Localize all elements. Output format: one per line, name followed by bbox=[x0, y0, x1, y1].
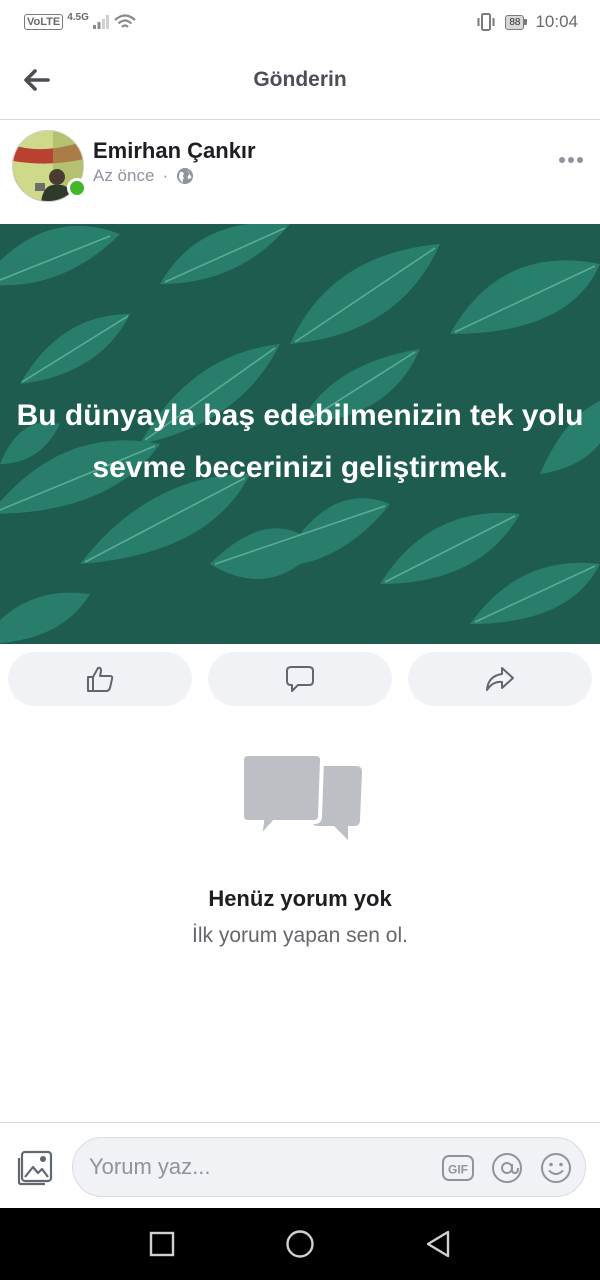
gif-label: GIF bbox=[448, 1163, 468, 1177]
meta-separator: · bbox=[162, 166, 169, 185]
empty-comments: Henüz yorum yok İlk yorum yapan sen ol. bbox=[0, 752, 600, 948]
empty-subtitle: İlk yorum yapan sen ol. bbox=[192, 924, 408, 947]
like-button[interactable] bbox=[8, 652, 192, 706]
status-left: VoLTE 4.5G bbox=[24, 11, 137, 31]
more-dot bbox=[568, 157, 574, 163]
comments-empty-icon bbox=[240, 752, 362, 844]
wifi-icon bbox=[114, 14, 136, 28]
post-header: Emirhan Çankır Az önce · bbox=[0, 122, 600, 222]
share-icon bbox=[486, 667, 514, 691]
post-background[interactable]: Bu dünyayla baş edebilmenizin tek yolu s… bbox=[0, 224, 600, 644]
back-nav-button[interactable] bbox=[420, 1226, 456, 1262]
comment-composer: GIF bbox=[0, 1122, 600, 1208]
emoji-button[interactable] bbox=[539, 1151, 573, 1185]
post-meta: Az önce · bbox=[93, 166, 194, 186]
page-title: Gönderin bbox=[253, 68, 347, 91]
battery-icon: 88 bbox=[505, 14, 528, 30]
post-text: Bu dünyayla baş edebilmenizin tek yolu s… bbox=[16, 399, 584, 484]
more-dot bbox=[559, 157, 565, 163]
triangle-back-icon bbox=[426, 1230, 450, 1258]
battery-tip bbox=[524, 19, 528, 25]
home-button[interactable] bbox=[282, 1226, 318, 1262]
status-right: 88 10:04 bbox=[475, 12, 578, 32]
photo-icon bbox=[17, 1150, 53, 1186]
smiley-icon bbox=[541, 1153, 571, 1183]
add-photo-button[interactable] bbox=[16, 1149, 54, 1187]
system-nav-bar bbox=[0, 1208, 600, 1280]
battery-level: 88 bbox=[505, 14, 525, 30]
post-time[interactable]: Az önce bbox=[93, 166, 154, 186]
clock: 10:04 bbox=[535, 12, 578, 31]
mention-button[interactable] bbox=[490, 1151, 524, 1185]
recents-button[interactable] bbox=[144, 1226, 180, 1262]
vibrate-icon bbox=[477, 13, 495, 31]
empty-title: Henüz yorum yok bbox=[208, 886, 392, 911]
author-name[interactable]: Emirhan Çankır bbox=[93, 138, 256, 164]
more-options-button[interactable] bbox=[556, 150, 586, 170]
comment-icon bbox=[286, 666, 314, 692]
network-type: 4.5G bbox=[67, 11, 89, 23]
gif-button[interactable]: GIF bbox=[441, 1151, 475, 1185]
top-app-bar: Gönderin bbox=[0, 44, 600, 120]
comment-box: GIF bbox=[72, 1137, 586, 1197]
comment-button[interactable] bbox=[208, 652, 392, 706]
comment-input[interactable] bbox=[89, 1138, 429, 1196]
globe-icon bbox=[177, 168, 194, 184]
circle-icon bbox=[286, 1230, 314, 1258]
at-sign-icon bbox=[492, 1153, 522, 1183]
thumbs-up-icon bbox=[87, 666, 114, 692]
share-button[interactable] bbox=[408, 652, 592, 706]
status-bar: VoLTE 4.5G 88 10:04 bbox=[0, 0, 600, 44]
signal-icon bbox=[92, 15, 109, 29]
post-actions bbox=[8, 652, 592, 706]
more-dot bbox=[577, 157, 583, 163]
gif-icon: GIF bbox=[442, 1155, 474, 1181]
volte-badge: VoLTE bbox=[24, 14, 64, 30]
online-status-dot bbox=[67, 178, 87, 198]
square-icon bbox=[149, 1231, 175, 1257]
